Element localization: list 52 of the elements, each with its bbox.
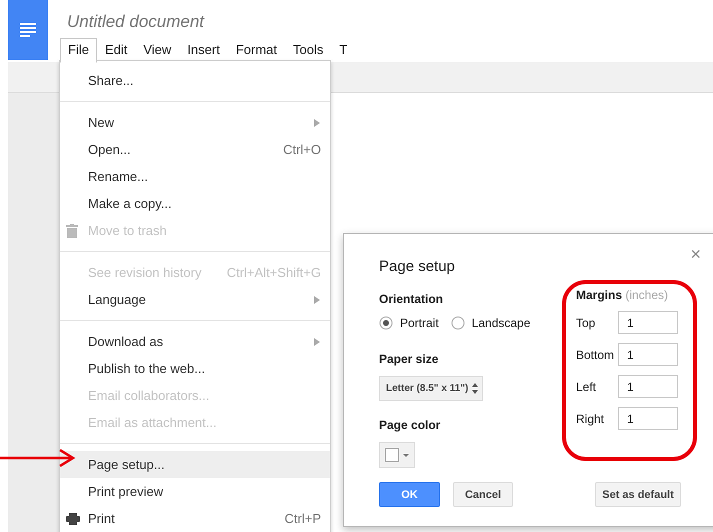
shortcut-label: Ctrl+Alt+Shift+G	[226, 265, 321, 280]
section-label: Paper size	[379, 352, 440, 366]
section-label: Page color	[379, 418, 442, 432]
sort-arrows-icon	[472, 383, 478, 394]
menu-bar-item[interactable]: Format	[228, 38, 285, 63]
dialog-button[interactable]: Set as default	[595, 482, 681, 507]
menu-item[interactable]: Download as	[60, 328, 330, 355]
input-field[interactable]: 1	[618, 375, 678, 398]
field-label: Bottom	[576, 348, 616, 362]
paper-size-dropdown[interactable]: Letter (8.5" x 11")	[379, 376, 484, 401]
shortcut-label: Ctrl+P	[284, 511, 321, 526]
shortcut-label: Ctrl+O	[283, 142, 321, 157]
field-label: Top	[576, 316, 596, 330]
menu-item[interactable]: Page setup...	[60, 451, 330, 478]
menu-item[interactable]: Language	[60, 286, 330, 313]
menu-bar-item[interactable]: T	[331, 38, 356, 63]
menu-item[interactable]: Make a copy...	[60, 190, 330, 217]
menu-item[interactable]: Publish to the web...	[60, 355, 330, 382]
input-field[interactable]: 1	[618, 407, 678, 430]
input-field[interactable]: 1	[618, 311, 678, 334]
color-picker[interactable]	[379, 442, 415, 468]
document-title[interactable]: Untitled document	[67, 12, 356, 32]
margins-label: Margins (inches)	[576, 288, 670, 302]
trash-icon	[66, 224, 78, 238]
close-button[interactable]: ×	[690, 244, 701, 265]
menu-bar-item[interactable]: Tools	[285, 38, 332, 63]
menu-bar-item[interactable]: Edit	[96, 38, 136, 63]
submenu-arrow-icon	[314, 119, 320, 127]
menu-item[interactable]: Share...	[60, 67, 330, 94]
radio-button[interactable]	[450, 316, 465, 330]
menu-item[interactable]: Print Ctrl+P	[60, 505, 330, 532]
radio-label: Portrait	[400, 316, 439, 330]
menu-item[interactable]: Rename...	[60, 163, 330, 190]
printer-icon	[66, 513, 80, 525]
field-label: Left	[576, 380, 598, 394]
submenu-arrow-icon	[314, 296, 320, 304]
dialog-title: Page setup	[379, 258, 456, 275]
menu-item[interactable]: Open... Ctrl+O	[60, 136, 330, 163]
input-field[interactable]: 1	[618, 343, 678, 366]
dialog-button[interactable]: Cancel	[453, 482, 513, 507]
radio-button[interactable]	[379, 316, 393, 330]
menu-bar-item[interactable]: View	[135, 38, 180, 63]
menu-item[interactable]: New	[60, 109, 330, 136]
submenu-arrow-icon	[314, 338, 320, 346]
menu-bar-item[interactable]: Insert	[179, 38, 228, 63]
caret-icon	[403, 454, 409, 456]
menu-item[interactable]: Print preview	[60, 478, 330, 505]
field-label: Right	[576, 412, 606, 426]
radio-label: Landscape	[472, 316, 530, 330]
menu-bar-item[interactable]: File	[60, 38, 97, 63]
app-logo[interactable]	[8, 0, 48, 60]
section-label: Orientation	[379, 292, 444, 306]
